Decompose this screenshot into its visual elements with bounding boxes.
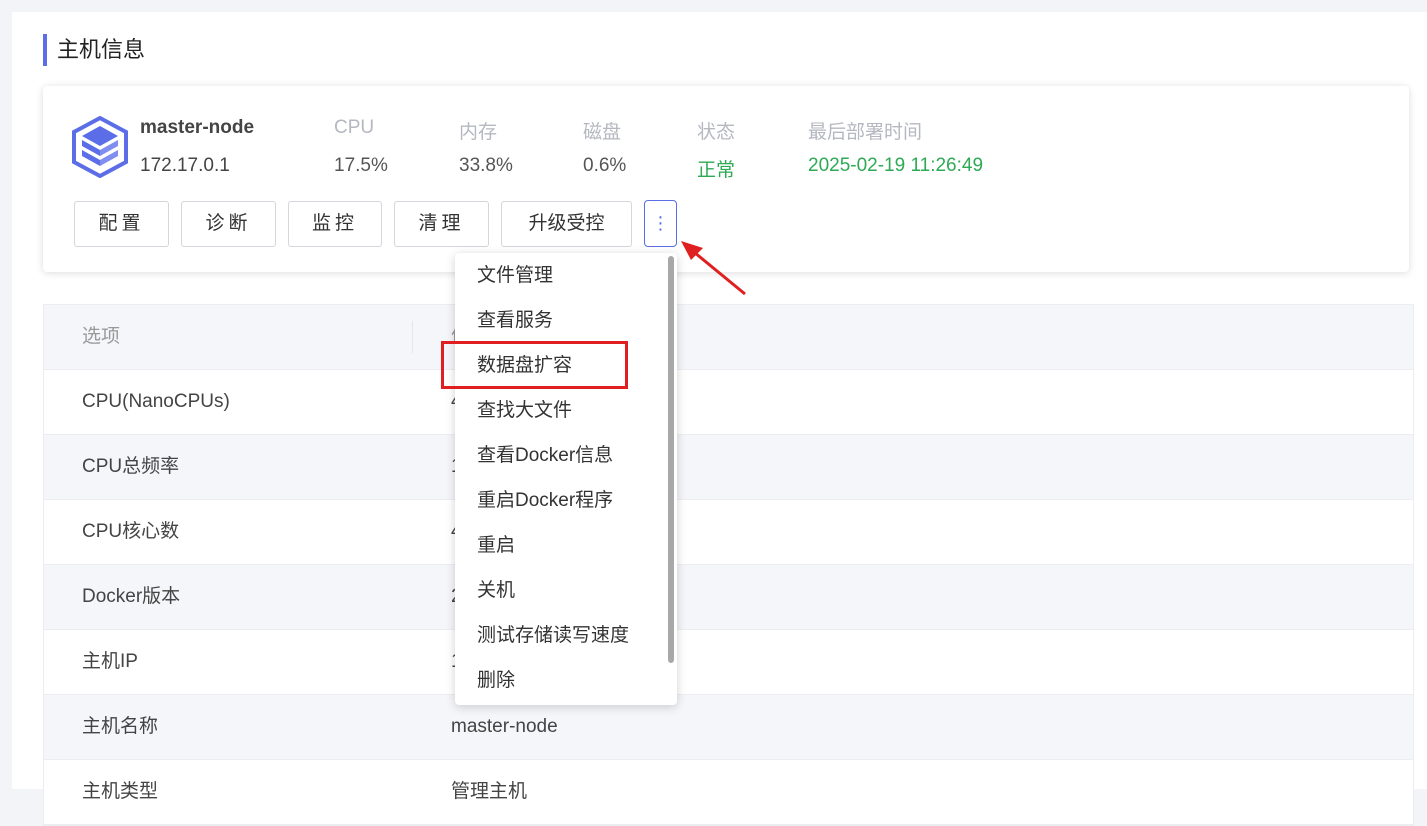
server-icon <box>72 116 128 178</box>
table-row: 主机名称 master-node <box>44 695 1413 760</box>
stat-label-cpu: CPU <box>334 117 375 138</box>
row-label: 主机名称 <box>82 716 159 737</box>
row-label: Docker版本 <box>82 586 181 607</box>
table-row: 主机IP 1 <box>44 630 1413 695</box>
table-row: 主机类型 管理主机 <box>44 760 1413 825</box>
host-detail-table: 选项 值 CPU(NanoCPUs) 4 CPU总频率 1 CPU核心数 4 D… <box>43 304 1414 826</box>
more-actions-menu: 文件管理 查看服务 数据盘扩容 查找大文件 查看Docker信息 重启Docke… <box>455 253 677 705</box>
menu-scrollbar[interactable] <box>668 256 674 663</box>
stat-value-memory: 33.8% <box>459 155 513 176</box>
config-button[interactable]: 配置 <box>74 201 169 247</box>
menu-item-delete[interactable]: 删除 <box>455 658 677 703</box>
row-label: CPU总频率 <box>82 456 180 477</box>
table-header-row: 选项 值 <box>44 305 1413 370</box>
menu-item-find-large-files[interactable]: 查找大文件 <box>455 388 677 433</box>
menu-item-file-management[interactable]: 文件管理 <box>455 253 677 298</box>
menu-item-docker-info[interactable]: 查看Docker信息 <box>455 433 677 478</box>
menu-item-reboot[interactable]: 重启 <box>455 523 677 568</box>
diagnose-button[interactable]: 诊断 <box>181 201 276 247</box>
stat-value-disk: 0.6% <box>583 155 627 176</box>
stat-label-memory: 内存 <box>459 122 498 143</box>
row-label: CPU核心数 <box>82 521 180 542</box>
row-label: CPU(NanoCPUs) <box>82 391 230 412</box>
stat-label-disk: 磁盘 <box>583 122 622 143</box>
row-label: 主机类型 <box>82 781 159 802</box>
table-row: CPU核心数 4 <box>44 500 1413 565</box>
annotation-highlight-box <box>441 341 628 389</box>
host-ip: 172.17.0.1 <box>140 155 230 176</box>
stat-label-deploy-time: 最后部署时间 <box>808 122 923 143</box>
more-vertical-icon[interactable]: ⋮ <box>644 200 677 247</box>
table-row: CPU总频率 1 <box>44 435 1413 500</box>
row-value: 管理主机 <box>451 781 528 802</box>
monitor-button[interactable]: 监控 <box>288 201 382 247</box>
arrow-icon <box>681 241 746 296</box>
host-info-panel: 主机信息 master-node 172.17.0.1 CPU 17.5% 内存… <box>12 12 1427 826</box>
upgrade-control-button[interactable]: 升级受控 <box>501 201 632 247</box>
row-label: 主机IP <box>82 651 138 672</box>
table-row: Docker版本 2 <box>44 565 1413 630</box>
table-row: CPU(NanoCPUs) 4 <box>44 370 1413 435</box>
deploy-time-value: 2025-02-19 11:26:49 <box>808 155 984 176</box>
column-divider <box>412 321 413 353</box>
table-header-option: 选项 <box>82 326 121 347</box>
section-title: 主机信息 <box>43 34 145 66</box>
status-badge: 正常 <box>697 160 736 181</box>
menu-item-shutdown[interactable]: 关机 <box>455 568 677 613</box>
stat-label-status: 状态 <box>697 122 736 143</box>
host-name: master-node <box>140 117 255 138</box>
menu-item-restart-docker[interactable]: 重启Docker程序 <box>455 478 677 523</box>
cleanup-button[interactable]: 清理 <box>394 201 489 247</box>
menu-item-storage-speed-test[interactable]: 测试存储读写速度 <box>455 613 677 658</box>
stat-value-cpu: 17.5% <box>334 155 388 176</box>
menu-item-view-services[interactable]: 查看服务 <box>455 298 677 343</box>
